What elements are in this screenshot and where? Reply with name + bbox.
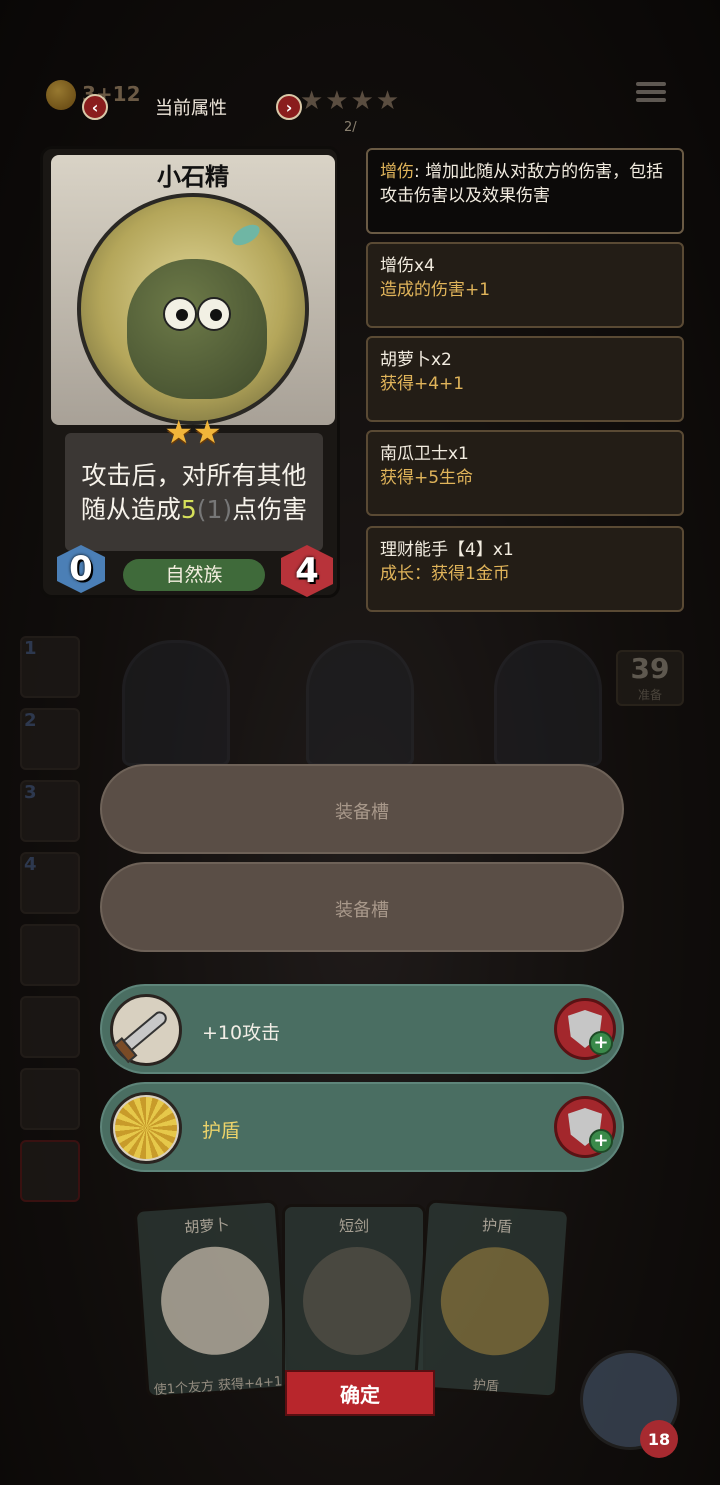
hand-card-shield[interactable]: 护盾 护盾 — [413, 1199, 571, 1399]
buff-title: 胡萝卜x2 — [380, 350, 452, 370]
confirm-button[interactable]: 确定 — [285, 1370, 435, 1416]
equipment-slot-empty[interactable]: 装备槽 — [100, 862, 624, 952]
buff-title: 南瓜卫士x1 — [380, 444, 469, 464]
equipment-item-label: 护盾 — [202, 1120, 241, 1142]
card-description-line: 随从造成5(1)点伤害 — [65, 493, 323, 527]
equipment-item-shield[interactable]: 护盾 + — [100, 1082, 624, 1172]
buff-info-panel: 理财能手【4】x1 成长：获得1金币 — [366, 526, 684, 612]
rock-creature-portrait — [77, 193, 309, 425]
equipment-slot-label: 装备槽 — [335, 802, 389, 823]
hand-card-title: 护盾 — [481, 1216, 513, 1237]
cost-badge: 0 — [57, 545, 105, 593]
desc-text: 随从造成 — [80, 495, 181, 524]
top-bar: 3+12 ‹ 当前属性 › ★★★★ 2/ — [0, 70, 720, 135]
keyword-info-panel: 增伤: 增加此随从对敌方的伤害，包括攻击伤害以及效果伤害 — [366, 148, 684, 234]
menu-icon[interactable] — [636, 78, 666, 108]
page-title: 当前属性 — [155, 98, 227, 119]
chevron-left-icon[interactable]: ‹ — [82, 94, 108, 120]
hand-card-title: 短剑 — [338, 1217, 369, 1235]
buff-detail: 获得+5生命 — [380, 468, 474, 488]
buff-info-panel: 胡萝卜x2 获得+4+1 — [366, 336, 684, 422]
equip-add-button[interactable]: + — [554, 1096, 616, 1158]
desc-text: 点伤害 — [232, 495, 308, 524]
hand-card-title: 胡萝卜 — [183, 1215, 230, 1237]
buff-detail: 造成的伤害+1 — [380, 280, 491, 300]
buff-info-panel: 南瓜卫士x1 获得+5生命 — [366, 430, 684, 516]
buff-detail: 成长：获得1金币 — [380, 564, 510, 584]
plus-icon: + — [589, 1031, 613, 1055]
card-name: 小石精 — [157, 163, 229, 191]
hand-card-carrot[interactable]: 胡萝卜 使1个友方 获得+4+1 — [133, 1199, 291, 1399]
shield-icon — [110, 1092, 182, 1164]
hero-health-badge: 18 — [640, 1420, 678, 1458]
shield-icon — [437, 1243, 553, 1359]
health-value: 4 — [295, 551, 319, 591]
sword-icon — [110, 994, 182, 1066]
cost-value: 0 — [69, 549, 93, 589]
hand-card-dagger[interactable]: 短剑 — [282, 1204, 426, 1394]
buff-detail: 获得+4+1 — [380, 374, 465, 394]
buff-title: 增伤x4 — [380, 256, 435, 276]
coin-icon — [46, 80, 76, 110]
equipment-slot-label: 装备槽 — [335, 900, 389, 921]
buff-title: 理财能手【4】x1 — [380, 540, 514, 560]
chevron-right-icon[interactable]: › — [276, 94, 302, 120]
health-badge: 4 — [281, 545, 333, 597]
keyword-label: 增伤 — [380, 162, 414, 182]
card-star-icon: ★★ — [164, 413, 222, 451]
equipment-item-sword[interactable]: +10攻击 + — [100, 984, 624, 1074]
equipment-slot-empty[interactable]: 装备槽 — [100, 764, 624, 854]
equip-add-button[interactable]: + — [554, 998, 616, 1060]
damage-sub-value: (1) — [196, 495, 233, 524]
carrot-icon — [157, 1243, 273, 1359]
tribe-label: 自然族 — [123, 559, 265, 591]
damage-value: 5 — [180, 495, 197, 524]
minion-card: 小石精 ★★ 攻击后，对所有其他 随从造成5(1)点伤害 0 自然族 4 — [40, 146, 340, 598]
keyword-description: : 增加此随从对敌方的伤害，包括攻击伤害以及效果伤害 — [380, 162, 664, 206]
plus-icon: + — [589, 1129, 613, 1153]
card-description-line: 攻击后，对所有其他 — [81, 461, 307, 490]
card-description: 攻击后，对所有其他 随从造成5(1)点伤害 — [65, 459, 323, 527]
sword-icon — [303, 1247, 411, 1355]
page-counter: 2/ — [344, 120, 357, 135]
star-rating-icon: ★★★★ — [300, 86, 402, 116]
equipment-item-label: +10攻击 — [202, 1022, 281, 1044]
buff-info-panel: 增伤x4 造成的伤害+1 — [366, 242, 684, 328]
